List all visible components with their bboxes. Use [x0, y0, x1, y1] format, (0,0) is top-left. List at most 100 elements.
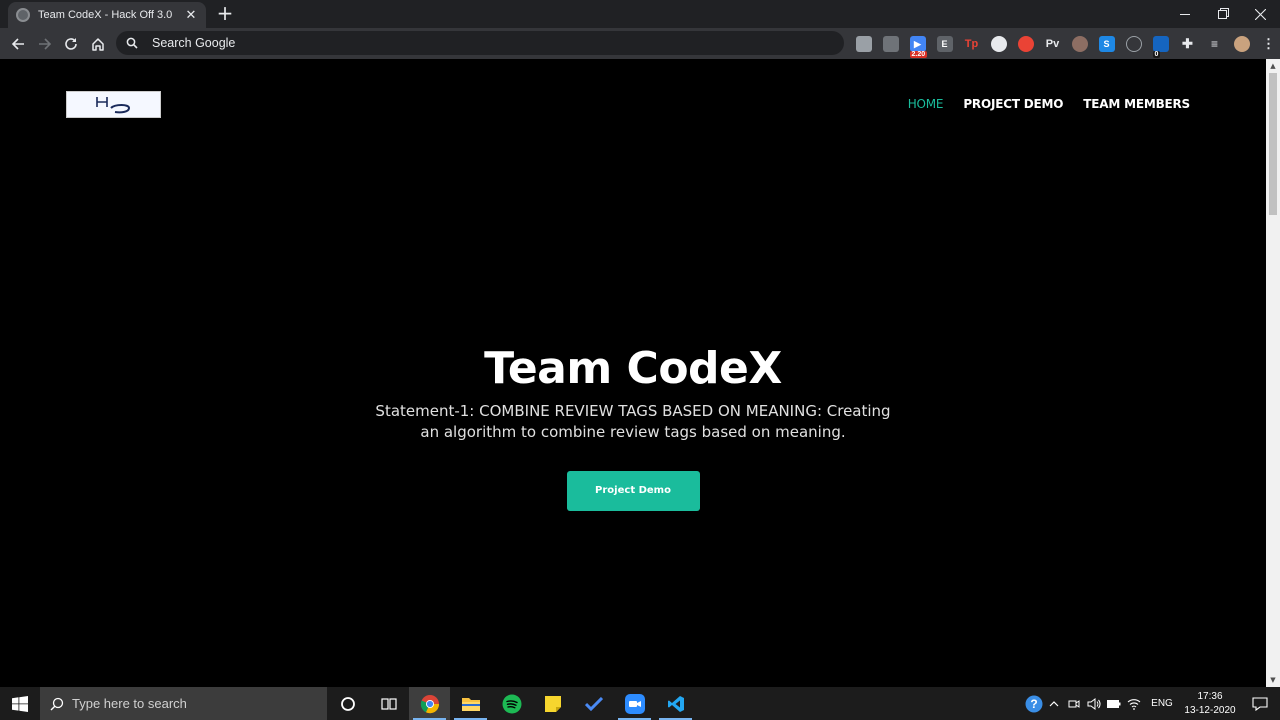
search-icon: [50, 697, 64, 710]
taskbar-spotify[interactable]: [491, 687, 532, 720]
extensions-icon[interactable]: ✚: [1180, 36, 1196, 52]
chevron-up-icon: [1049, 700, 1059, 706]
extensions-bar: ▶ 2.20 E Tp Pv S 0 ✚ ≡ ⋮: [850, 32, 1280, 58]
project-demo-button[interactable]: Project Demo: [566, 471, 700, 511]
taskbar-chrome[interactable]: [409, 687, 450, 720]
help-tray-icon[interactable]: ?: [1024, 687, 1044, 720]
wifi-icon: [1127, 698, 1141, 710]
reload-icon: [65, 38, 77, 50]
show-hidden-icons-button[interactable]: [1044, 687, 1064, 720]
back-button[interactable]: [6, 32, 30, 56]
spotify-icon: [502, 694, 521, 713]
cortana-icon: [340, 696, 355, 711]
notification-icon: [1252, 696, 1268, 711]
notifications-button[interactable]: [1240, 687, 1280, 720]
vscode-icon: [667, 695, 684, 712]
address-bar[interactable]: [116, 31, 844, 55]
scroll-up-icon[interactable]: ▲: [1269, 62, 1277, 70]
task-view-icon: [380, 697, 397, 710]
taskbar-sticky-notes[interactable]: [532, 687, 573, 720]
browser-toolbar: ▶2.20 E Tp Pv S 0 ✚ ≡ ⋮: [0, 28, 1280, 59]
puzzle-ext-icon[interactable]: [990, 36, 1007, 52]
web-page: HOME PROJECT DEMO TEAM MEMBERS Team Code…: [0, 59, 1266, 687]
close-tab-icon[interactable]: ✕: [184, 8, 198, 23]
arrow-right-icon: [39, 38, 52, 50]
site-navigation: HOME PROJECT DEMO TEAM MEMBERS: [908, 97, 1190, 111]
language-indicator[interactable]: ENG: [1144, 687, 1180, 720]
battery-tray-icon[interactable]: [1104, 687, 1124, 720]
taskbar-todo[interactable]: [573, 687, 614, 720]
clock-date: 13-12-2020: [1184, 704, 1236, 716]
cortana-button[interactable]: [327, 687, 368, 720]
hero-statement: Statement-1: COMBINE REVIEW TAGS BASED O…: [375, 402, 891, 441]
record-ext-icon[interactable]: [1017, 36, 1034, 52]
taskbar-clock[interactable]: 17:36 13-12-2020: [1180, 690, 1240, 718]
taskbar-zoom[interactable]: [614, 687, 655, 720]
scroll-down-icon[interactable]: ▼: [1269, 676, 1277, 684]
taskbar-vscode[interactable]: [655, 687, 696, 720]
camera-icon: [1068, 699, 1080, 708]
taskbar-search-input[interactable]: [72, 696, 312, 711]
volume-tray-icon[interactable]: [1084, 687, 1104, 720]
minimize-button[interactable]: [1166, 0, 1204, 28]
system-tray: ? ENG 17:36 13-12-2020: [1024, 687, 1280, 720]
speaker-icon: [1087, 697, 1101, 710]
browser-title-bar: Team CodeX - Hack Off 3.0 ✕ +: [0, 0, 1280, 28]
hero-title: Team CodeX: [484, 343, 782, 394]
play-ext-badge: 2.20: [909, 51, 928, 58]
meet-now-tray-icon[interactable]: [1064, 687, 1084, 720]
p-ext-badge: 0: [1152, 51, 1161, 58]
camera-ext-icon[interactable]: [855, 36, 872, 52]
restore-button[interactable]: [1203, 0, 1241, 28]
forward-button[interactable]: [33, 32, 57, 56]
e-ext-icon[interactable]: E: [936, 36, 953, 52]
reload-button[interactable]: [59, 32, 83, 56]
menu-icon[interactable]: ⋮: [1261, 36, 1277, 52]
browser-tab[interactable]: Team CodeX - Hack Off 3.0 ✕: [8, 2, 206, 28]
close-icon: [1254, 8, 1266, 20]
restore-icon: [1217, 9, 1227, 19]
zoom-icon: [624, 693, 645, 714]
windows-logo-icon: [12, 695, 28, 712]
folder-icon: [461, 697, 480, 711]
minimize-icon: [1180, 13, 1190, 15]
windows-taskbar: ? ENG 17:36 13-12-2020: [0, 687, 1280, 720]
nav-project-demo-link[interactable]: PROJECT DEMO: [963, 97, 1063, 111]
svg-text:?: ?: [1030, 697, 1037, 711]
arrow-left-icon: [11, 38, 24, 50]
task-view-button[interactable]: [368, 687, 409, 720]
home-button[interactable]: [86, 32, 110, 56]
chrome-icon: [420, 694, 439, 713]
checkmark-icon: [584, 696, 603, 711]
hero-section: Team CodeX Statement-1: COMBINE REVIEW T…: [0, 339, 1266, 511]
battery-icon: [1107, 699, 1121, 708]
new-tab-button[interactable]: +: [214, 3, 236, 25]
globe-icon: [16, 8, 30, 22]
nav-home-link[interactable]: HOME: [908, 97, 944, 111]
tp-ext-icon[interactable]: Tp: [964, 36, 980, 52]
taskbar-search[interactable]: [40, 687, 327, 720]
page-scrollbar[interactable]: ▲ ▼: [1266, 59, 1280, 687]
clipboard-ext-icon[interactable]: [882, 36, 899, 52]
home-icon: [92, 38, 104, 51]
search-icon: [126, 37, 138, 49]
play-ext-icon[interactable]: ▶ 2.20: [909, 36, 928, 58]
start-button[interactable]: [0, 687, 40, 720]
taskbar-file-explorer[interactable]: [450, 687, 491, 720]
site-logo[interactable]: [66, 91, 161, 118]
close-window-button[interactable]: [1241, 0, 1279, 28]
scroll-thumb[interactable]: [1269, 73, 1277, 215]
tab-title: Team CodeX - Hack Off 3.0: [38, 9, 173, 21]
reading-list-icon[interactable]: ≡: [1207, 36, 1223, 52]
address-input[interactable]: [152, 36, 752, 50]
nav-team-members-link[interactable]: TEAM MEMBERS: [1083, 97, 1190, 111]
clock-time: 17:36: [1197, 690, 1223, 702]
check-ext-icon[interactable]: [1125, 36, 1142, 52]
pv-ext-icon[interactable]: Pv: [1045, 36, 1061, 52]
wifi-tray-icon[interactable]: [1124, 687, 1144, 720]
profile-avatar-icon[interactable]: [1233, 36, 1250, 52]
s-ext-icon[interactable]: S: [1098, 36, 1115, 52]
sticky-notes-icon: [544, 695, 561, 712]
p-ext-icon[interactable]: 0: [1152, 36, 1169, 58]
cookie-ext-icon[interactable]: [1071, 36, 1088, 52]
